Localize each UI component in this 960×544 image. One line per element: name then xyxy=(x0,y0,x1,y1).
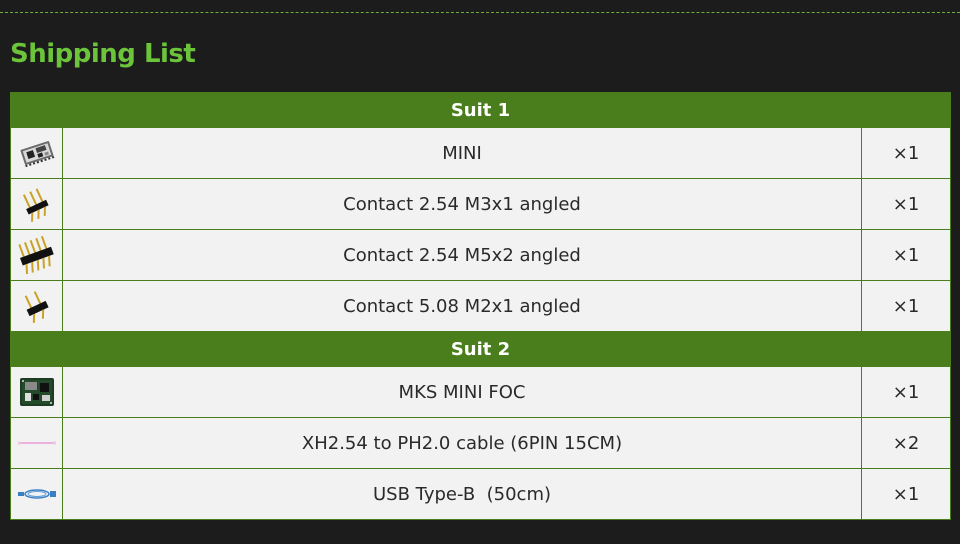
table-row: USB Type-B (50cm) ×1 xyxy=(10,468,952,520)
item-name: MINI xyxy=(62,127,862,179)
item-thumbnail xyxy=(10,280,63,332)
item-qty: ×1 xyxy=(860,280,952,332)
item-name: MKS MINI FOC xyxy=(62,366,862,418)
top-divider xyxy=(0,12,960,13)
suit-header: Suit 2 xyxy=(9,331,952,367)
pin-header-5x2-icon xyxy=(17,236,54,274)
item-name: Contact 2.54 M3x1 angled xyxy=(62,178,862,230)
pin-header-3x1-icon xyxy=(22,188,49,222)
shipping-table: Suit 1 MINI ×1 Contact 2.54 M3x1 angled … xyxy=(9,92,952,520)
item-thumbnail xyxy=(10,178,63,230)
item-qty: ×2 xyxy=(860,417,952,469)
suit-header-label: Suit 2 xyxy=(9,331,952,367)
item-name: Contact 5.08 M2x1 angled xyxy=(62,280,862,332)
item-name: XH2.54 to PH2.0 cable (6PIN 15CM) xyxy=(62,417,862,469)
usb-cable-icon xyxy=(17,489,56,499)
item-thumbnail xyxy=(10,366,63,418)
suit-header-label: Suit 1 xyxy=(9,92,952,128)
item-qty: ×1 xyxy=(860,229,952,281)
page: Shipping List Suit 1 MINI ×1 Contact 2.5… xyxy=(0,0,960,544)
foc-board-icon xyxy=(19,378,54,406)
mini-board-icon xyxy=(20,141,54,168)
cable-icon xyxy=(17,441,56,445)
item-qty: ×1 xyxy=(860,127,952,179)
table-row: MINI ×1 xyxy=(10,127,952,179)
table-row: Contact 2.54 M5x2 angled ×1 xyxy=(10,229,952,281)
page-title: Shipping List xyxy=(10,39,196,69)
table-row: Contact 5.08 M2x1 angled ×1 xyxy=(10,280,952,332)
item-name: USB Type-B (50cm) xyxy=(62,468,862,520)
item-thumbnail xyxy=(10,468,63,520)
item-name: Contact 2.54 M5x2 angled xyxy=(62,229,862,281)
table-row: Contact 2.54 M3x1 angled ×1 xyxy=(10,178,952,230)
item-qty: ×1 xyxy=(860,468,952,520)
table-row: MKS MINI FOC ×1 xyxy=(10,366,952,418)
table-row: XH2.54 to PH2.0 cable (6PIN 15CM) ×2 xyxy=(10,417,952,469)
item-qty: ×1 xyxy=(860,366,952,418)
item-thumbnail xyxy=(10,229,63,281)
pin-header-2x1-icon xyxy=(24,291,49,323)
item-thumbnail xyxy=(10,127,63,179)
item-thumbnail xyxy=(10,417,63,469)
suit-header: Suit 1 xyxy=(9,92,952,128)
item-qty: ×1 xyxy=(860,178,952,230)
